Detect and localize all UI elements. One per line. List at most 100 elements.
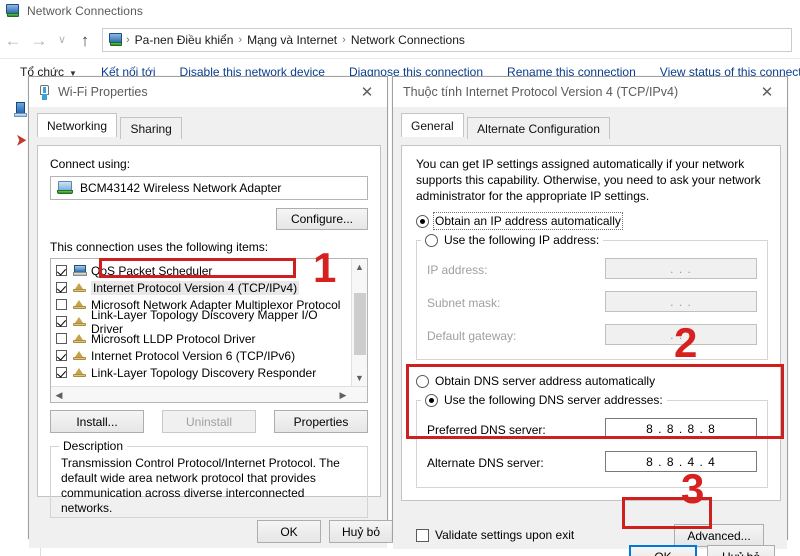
list-item-label: Internet Protocol Version 6 (TCP/IPv6) <box>91 348 296 363</box>
list-item[interactable]: Link-Layer Topology Discovery Responder <box>51 364 351 381</box>
tab-sharing[interactable]: Sharing <box>120 117 182 139</box>
scroll-down-icon[interactable]: ▼ <box>352 370 367 386</box>
ipv4-dialog-titlebar: Thuộc tính Internet Protocol Version 4 (… <box>393 77 787 107</box>
ip-address-field[interactable]: . . . <box>605 258 757 279</box>
network-adapter-icon <box>57 181 73 195</box>
scroll-up-icon[interactable]: ▲ <box>352 259 367 275</box>
list-item[interactable]: Internet Protocol Version 6 (TCP/IPv6) <box>51 347 351 364</box>
scroll-left-icon[interactable]: ◀ <box>51 387 67 402</box>
ipv4-properties-dialog: Thuộc tính Internet Protocol Version 4 (… <box>392 76 788 556</box>
breadcrumb-separator: › <box>126 34 130 46</box>
checkbox-icon[interactable] <box>56 367 67 378</box>
breadcrumb-item-2[interactable]: Mạng và Internet <box>244 33 340 47</box>
wifi-properties-dialog: Wi-Fi Properties ✕ Networking Sharing Co… <box>28 76 393 548</box>
validate-settings-label: Validate settings upon exit <box>435 528 575 542</box>
description-text: Transmission Control Protocol/Internet P… <box>61 456 340 515</box>
wifi-ok-button[interactable]: OK <box>257 520 321 543</box>
use-following-ip-radio[interactable]: Use the following IP address: <box>421 233 604 247</box>
ipv4-ok-label: OK <box>654 550 671 556</box>
window-titlebar: Network Connections <box>0 0 800 22</box>
wifi-cancel-button[interactable]: Huỷ bỏ <box>329 520 393 543</box>
checkbox-icon[interactable] <box>56 350 67 361</box>
checkbox-icon[interactable] <box>56 333 67 344</box>
obtain-ip-automatically-label: Obtain an IP address automatically <box>433 212 623 230</box>
item-properties-button[interactable]: Properties <box>274 410 368 433</box>
screenshot-root: Network Connections ← → ∨ ↑ › Pa-nen Điề… <box>0 0 800 556</box>
listbox-vertical-scrollbar[interactable]: ▲ ▼ <box>351 259 367 386</box>
close-icon[interactable]: ✕ <box>347 77 387 107</box>
ip-address-label: IP address: <box>427 263 488 277</box>
listbox-horizontal-scrollbar[interactable]: ◀ ▶ <box>51 386 367 402</box>
ipv4-dialog-title: Thuộc tính Internet Protocol Version 4 (… <box>403 85 679 99</box>
adapter-name: BCM43142 Wireless Network Adapter <box>80 181 282 195</box>
tab-alternate-configuration[interactable]: Alternate Configuration <box>467 117 610 139</box>
protocol-icon <box>73 299 86 310</box>
radio-icon[interactable] <box>416 214 429 228</box>
listbox-items: QoS Packet Scheduler Internet Protocol V… <box>51 259 351 386</box>
wifi-dialog-titlebar: Wi-Fi Properties ✕ <box>29 77 387 107</box>
tab-networking[interactable]: Networking <box>37 113 118 137</box>
wifi-tabstrip: Networking Sharing <box>37 113 387 139</box>
annotation-number-3: 3 <box>681 465 705 512</box>
description-groupbox-title: Description <box>59 439 128 453</box>
list-item[interactable]: Link-Layer Topology Discovery Mapper I/O… <box>51 308 351 336</box>
checkbox-icon[interactable] <box>56 265 67 276</box>
checkbox-icon[interactable] <box>56 316 67 327</box>
window-title: Network Connections <box>27 4 143 18</box>
ipv4-cancel-button[interactable]: Huỷ bỏ <box>707 545 775 556</box>
description-groupbox: Description Transmission Control Protoco… <box>50 439 368 518</box>
forward-button[interactable]: → <box>26 27 52 53</box>
install-button[interactable]: Install... <box>50 410 144 433</box>
validate-settings-checkbox[interactable]: Validate settings upon exit <box>416 528 574 542</box>
list-item[interactable]: Internet Protocol Version 4 (TCP/IPv4) <box>51 279 351 296</box>
list-item-label: Microsoft LLDP Protocol Driver <box>91 331 256 346</box>
items-label: This connection uses the following items… <box>50 240 269 254</box>
checkbox-icon[interactable] <box>56 282 67 293</box>
tab-general[interactable]: General <box>401 113 464 137</box>
connect-using-label: Connect using: <box>50 157 131 171</box>
vertical-scroll-thumb[interactable] <box>354 293 366 355</box>
checkbox-icon[interactable] <box>416 528 429 542</box>
manual-ip-groupbox: Use the following IP address: IP address… <box>416 233 768 360</box>
wifi-cancel-label: Huỷ bỏ <box>341 524 381 539</box>
recent-locations-button[interactable]: ∨ <box>52 27 72 53</box>
up-button[interactable]: ↑ <box>72 27 98 53</box>
ipv4-ok-button[interactable]: OK <box>629 545 697 556</box>
protocol-icon <box>73 282 86 293</box>
network-connections-icon <box>6 4 21 18</box>
annotation-number-1: 1 <box>313 244 337 291</box>
annotation-box-2 <box>406 364 784 439</box>
annotation-number-2: 2 <box>674 319 698 366</box>
breadcrumb-separator: › <box>238 34 243 46</box>
control-panel-icon <box>109 33 124 47</box>
close-icon[interactable]: ✕ <box>747 77 787 107</box>
radio-icon[interactable] <box>425 233 438 247</box>
ipv4-intro-text: You can get IP settings assigned automat… <box>416 157 761 203</box>
breadcrumb-item-3[interactable]: Network Connections <box>348 33 468 47</box>
list-item-label: Link-Layer Topology Discovery Responder <box>91 365 317 380</box>
subnet-mask-label: Subnet mask: <box>427 296 501 310</box>
qos-icon <box>73 264 87 277</box>
alternate-dns-label: Alternate DNS server: <box>427 456 544 470</box>
address-bar[interactable]: › Pa-nen Điều khiển › Mạng và Internet ›… <box>102 28 792 52</box>
usb-adapter-icon <box>39 84 50 100</box>
item-properties-button-label: Properties <box>293 414 349 429</box>
ipv4-dialog-client: General Alternate Configuration You can … <box>393 113 787 556</box>
protocol-icon <box>73 367 86 378</box>
network-device-icon[interactable] <box>14 102 28 118</box>
breadcrumb-separator: › <box>342 34 346 46</box>
back-button[interactable]: ← <box>0 27 26 53</box>
annotation-box-1 <box>99 258 296 278</box>
wifi-ok-label: OK <box>280 524 298 539</box>
obtain-ip-automatically-radio[interactable]: Obtain an IP address automatically <box>416 212 623 230</box>
checkbox-icon[interactable] <box>56 299 67 310</box>
configure-button[interactable]: Configure... <box>276 208 368 230</box>
default-gateway-label: Default gateway: <box>427 329 517 343</box>
general-tab-page: You can get IP settings assigned automat… <box>401 145 781 547</box>
breadcrumb-item-1[interactable]: Pa-nen Điều khiển <box>132 33 237 47</box>
uninstall-button-label: Uninstall <box>185 414 233 429</box>
uninstall-button: Uninstall <box>162 410 256 433</box>
scroll-right-icon[interactable]: ▶ <box>335 387 351 402</box>
install-button-label: Install... <box>76 414 118 429</box>
subnet-mask-field[interactable]: . . . <box>605 291 757 312</box>
